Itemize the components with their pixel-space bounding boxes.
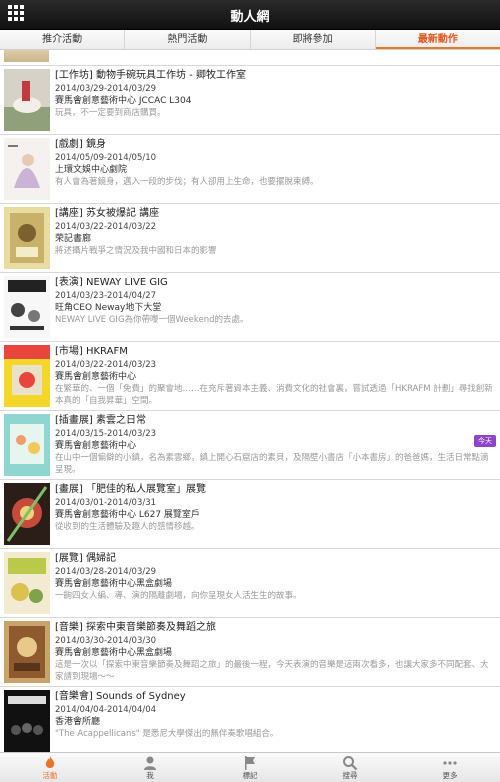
event-venue: 賽馬會創意藝術中心黑盒劇場 [55, 579, 173, 589]
event-thumbnail [4, 552, 50, 614]
event-venue: 荣記書廊 [55, 234, 92, 244]
list-item[interactable]: [表演] NEWAY LIVE GIG 2014/03/23-2014/04/2… [0, 273, 500, 342]
event-date: 2014/04/04-2014/04/04 [55, 705, 157, 715]
list-item[interactable]: [插畫展] 素雲之日常 2014/03/15-2014/03/23 賽馬會創意藝… [0, 411, 500, 480]
event-title: [音樂] 探索中東音樂節奏及舞蹈之旅 [55, 622, 216, 633]
nav-bookmarks[interactable]: 標記 [200, 753, 300, 782]
event-title: [工作坊] 動物手碗玩具工作坊 - 卿牧工作室 [55, 70, 246, 81]
tab-popular[interactable]: 熱門活動 [125, 30, 251, 49]
event-date: 2014/05/09-2014/05/10 [55, 153, 157, 163]
tab-latest[interactable]: 最新動作 [375, 30, 500, 49]
list-item[interactable]: [畫展] 「肥佳的私人展覽室」展覽 2014/03/01-2014/03/31 … [0, 480, 500, 549]
list-item[interactable]: [工作坊] 動物手碗玩具工作坊 - 卿牧工作室 2014/03/29-2014/… [0, 66, 500, 135]
event-thumbnail [4, 483, 50, 545]
list-item[interactable]: [講座] 苏女被爆記 講座 2014/03/22-2014/03/22 荣記書廊… [0, 204, 500, 273]
list-item[interactable]: [市場] HKRAFM 2014/03/22-2014/03/23 賽馬會創意藝… [0, 342, 500, 411]
event-description: 從收到的生活體驗及趣人的感情移越。 [55, 522, 200, 532]
tab-upcoming[interactable]: 即將參加 [251, 30, 376, 49]
event-venue: 賽馬會創意藝術中心 JCCAC L304 [55, 96, 192, 106]
event-description: 一齣四女人編、導、演的隔離劇場，向你呈現女人活生生的故事。 [55, 591, 302, 601]
app-title: 動人網 [230, 10, 270, 25]
event-thumbnail [4, 69, 50, 131]
event-thumbnail [4, 414, 50, 476]
list-item-partial[interactable] [0, 50, 500, 66]
event-date: 2014/03/28-2014/03/29 [55, 567, 157, 577]
person-icon [144, 756, 156, 770]
list-item[interactable]: [音樂] 探索中東音樂節奏及舞蹈之旅 2014/03/30-2014/03/30… [0, 618, 500, 687]
event-title: [展覽] 偶婦記 [55, 553, 116, 564]
list-item[interactable]: [展覽] 偶婦記 2014/03/28-2014/03/29 賽馬會創意藝術中心… [0, 549, 500, 618]
event-description: 在繁華的、一個「免費」的聚會地……在充斥著資本主義、消費文化的社會裏，嘗試透過「… [55, 384, 493, 406]
event-list[interactable]: [工作坊] 動物手碗玩具工作坊 - 卿牧工作室 2014/03/29-2014/… [0, 50, 500, 752]
flag-icon [245, 756, 255, 770]
event-thumbnail [4, 690, 50, 752]
event-title: [講座] 苏女被爆記 講座 [55, 208, 160, 219]
event-venue: 香港會所廳 [55, 717, 101, 727]
nav-search[interactable]: 搜尋 [300, 753, 400, 782]
event-thumbnail [4, 207, 50, 269]
event-description: 在山中一個偏僻的小鎮，名為素雲鄉，鎮上開心石窟店的素貝，及隔壁小書店「小本書房」… [55, 453, 489, 475]
event-title: [表演] NEWAY LIVE GIG [55, 277, 168, 288]
event-title: [畫展] 「肥佳的私人展覽室」展覽 [55, 484, 206, 495]
nav-events[interactable]: 活動 [0, 753, 100, 782]
event-description: "The Acappellicans" 是悉尼大學傑出的無伴奏歌唱組合。 [55, 729, 279, 739]
today-badge: 今天 [474, 435, 496, 447]
event-title: [音樂會] Sounds of Sydney [55, 691, 186, 702]
event-description: 有人會為著鏡身，邁入一段的步伐；有人卻用上生命，也要擺脫束縛。 [55, 177, 319, 187]
fire-icon [45, 756, 55, 768]
event-venue: 賽馬會創意藝術中心 [55, 372, 137, 382]
top-bar: 動人網 [0, 0, 500, 30]
event-thumbnail [4, 345, 50, 407]
event-date: 2014/03/30-2014/03/30 [55, 636, 157, 646]
list-item[interactable]: [音樂會] Sounds of Sydney 2014/04/04-2014/0… [0, 687, 500, 752]
event-date: 2014/03/01-2014/03/31 [55, 498, 157, 508]
tab-bar: 推介活動 熱門活動 即將參加 最新動作 [0, 30, 500, 50]
event-date: 2014/03/29-2014/03/29 [55, 84, 157, 94]
tab-recommended[interactable]: 推介活動 [0, 30, 126, 49]
event-description: 玩具，不一定要到商店購買。 [55, 108, 166, 118]
event-thumbnail [4, 50, 49, 62]
event-date: 2014/03/22-2014/03/22 [55, 222, 157, 232]
event-title: [插畫展] 素雲之日常 [55, 415, 146, 426]
event-venue: 賽馬會創意藝術中心黑盒劇場 [55, 648, 173, 658]
nav-label: 標記 [242, 771, 258, 780]
event-thumbnail [4, 621, 50, 683]
event-description: 這是一次以「探索中東音樂節奏及舞蹈之旅」的最後一程，今天表演的音樂是這兩次看多，… [55, 660, 489, 682]
event-date: 2014/03/23-2014/04/27 [55, 291, 157, 301]
nav-label: 活動 [42, 771, 58, 780]
nav-label: 更多 [442, 771, 458, 780]
event-description: 將述攝片戰爭之情況及我中國和日本的影響 [55, 246, 217, 256]
list-item[interactable]: [戲劇] 鏡身 2014/05/09-2014/05/10 上環文娛中心劇院 有… [0, 135, 500, 204]
event-date: 2014/03/22-2014/03/23 [55, 360, 157, 370]
bottom-nav: 活動 我 標記 搜尋 更多 [0, 752, 500, 782]
event-venue: 上環文娛中心劇院 [55, 165, 128, 175]
event-description: NEWAY LIVE GIG為你帶嚟一個Weekend的去處。 [55, 315, 249, 325]
event-title: [戲劇] 鏡身 [55, 139, 106, 150]
event-title: [市場] HKRAFM [55, 346, 128, 357]
nav-more[interactable]: 更多 [400, 753, 500, 782]
nav-me[interactable]: 我 [100, 753, 200, 782]
event-thumbnail [4, 276, 50, 338]
search-icon [343, 756, 358, 771]
nav-label: 搜尋 [342, 771, 358, 780]
event-venue: 旺角CEO Neway地下大堂 [55, 303, 162, 313]
nav-label: 我 [146, 771, 154, 780]
event-date: 2014/03/15-2014/03/23 [55, 429, 157, 439]
event-thumbnail [4, 138, 50, 200]
event-venue: 賽馬會創意藝術中心 L627 展覽室戶 [55, 510, 200, 520]
event-venue: 賽馬會創意藝術中心 [55, 441, 137, 451]
more-icon [443, 761, 457, 765]
